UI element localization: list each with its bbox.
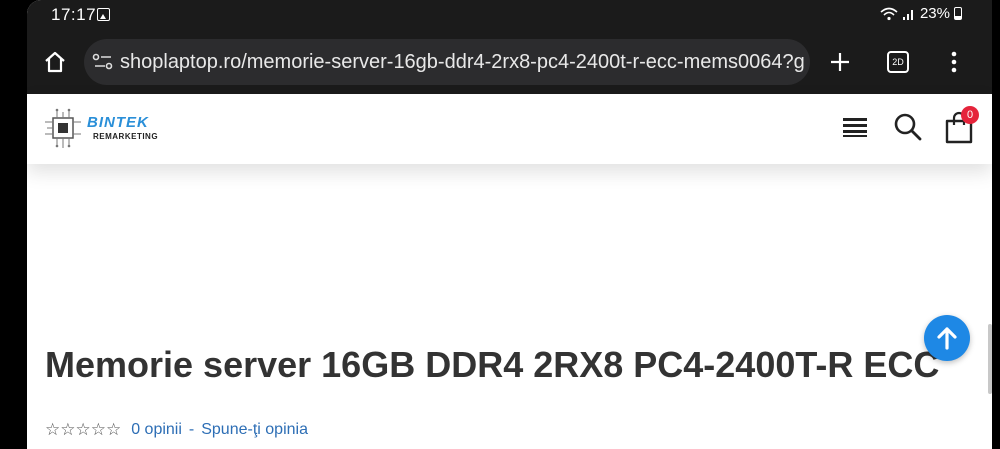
search-button[interactable] bbox=[893, 112, 925, 144]
arrow-up-icon bbox=[937, 327, 957, 350]
logo-subtitle: REMARKETING bbox=[93, 132, 159, 141]
plus-icon bbox=[831, 53, 849, 71]
phone-screen: 17:17 23% shoplaptop.ro/memorie-server-1… bbox=[27, 0, 992, 449]
hamburger-icon bbox=[843, 118, 867, 137]
signal-icon bbox=[902, 9, 913, 20]
gallery-notification-icon bbox=[97, 8, 110, 21]
status-bar: 17:17 23% bbox=[27, 0, 992, 30]
cart-count-badge: 0 bbox=[961, 106, 979, 124]
product-rating: ☆☆☆☆☆ 0 opinii - Spune-ţi opinia bbox=[45, 420, 308, 440]
battery-icon bbox=[954, 7, 962, 20]
product-title: Memorie server 16GB DDR4 2RX8 PC4-2400T-… bbox=[45, 344, 940, 385]
chip-logo-icon bbox=[45, 108, 81, 148]
device-frame-left bbox=[0, 0, 27, 449]
logo-name: BINTEK bbox=[87, 114, 149, 131]
home-button[interactable] bbox=[37, 44, 73, 80]
site-header: BINTEK REMARKETING 0 bbox=[27, 94, 992, 164]
rating-separator: - bbox=[188, 421, 195, 438]
battery-percent: 23% bbox=[919, 5, 950, 22]
tabs-button[interactable]: 2D bbox=[880, 44, 916, 80]
site-settings-icon[interactable] bbox=[92, 52, 114, 72]
browser-toolbar: shoplaptop.ro/memorie-server-16gb-ddr4-2… bbox=[27, 30, 992, 94]
more-vertical-icon bbox=[951, 51, 957, 73]
status-indicators: 23% bbox=[880, 5, 962, 22]
site-logo[interactable]: BINTEK REMARKETING bbox=[43, 108, 167, 150]
device-frame-right bbox=[992, 0, 1000, 449]
write-review-link[interactable]: Spune-ţi opinia bbox=[201, 421, 308, 439]
new-tab-button[interactable] bbox=[822, 44, 858, 80]
menu-button[interactable] bbox=[936, 44, 972, 80]
tab-switcher-icon: 2D bbox=[887, 51, 909, 73]
tab-count: 2D bbox=[892, 57, 904, 67]
address-bar[interactable]: shoplaptop.ro/memorie-server-16gb-ddr4-2… bbox=[84, 39, 810, 85]
wifi-icon bbox=[880, 7, 898, 20]
cart-button[interactable]: 0 bbox=[943, 106, 979, 144]
hamburger-menu-button[interactable] bbox=[841, 112, 873, 144]
home-icon bbox=[45, 51, 65, 73]
status-time: 17:17 bbox=[51, 5, 97, 24]
url-text[interactable]: shoplaptop.ro/memorie-server-16gb-ddr4-2… bbox=[120, 51, 805, 74]
product-content: Memorie server 16GB DDR4 2RX8 PC4-2400T-… bbox=[27, 164, 992, 449]
search-icon bbox=[894, 113, 922, 141]
reviews-link[interactable]: 0 opinii bbox=[131, 421, 182, 439]
rating-stars: ☆☆☆☆☆ bbox=[45, 420, 122, 439]
scroll-to-top-button[interactable] bbox=[924, 315, 970, 361]
